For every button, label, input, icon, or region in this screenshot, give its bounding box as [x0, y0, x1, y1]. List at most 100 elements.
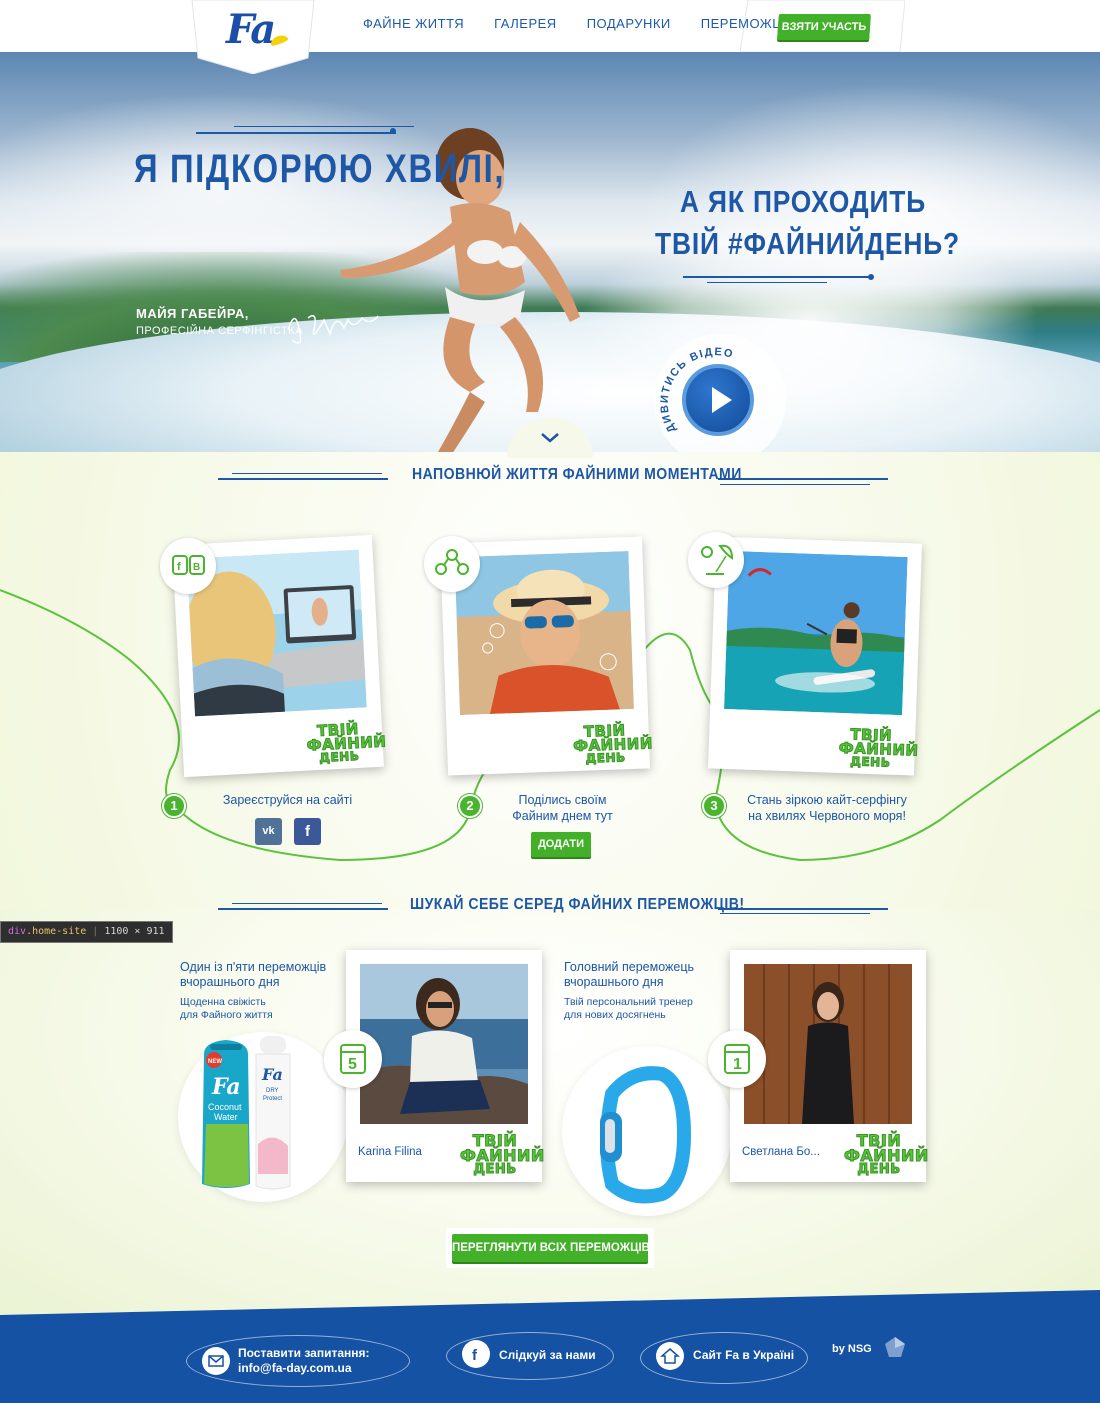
footer-credit[interactable]: by NSG [832, 1342, 872, 1357]
signature-image [287, 315, 379, 344]
vk-icon: vk [262, 825, 275, 837]
nav-link-gifts[interactable]: ПОДАРУНКИ [570, 16, 684, 31]
devtools-tag-name: div [8, 926, 27, 937]
section-deco-line [232, 473, 382, 474]
footer-contact-email[interactable]: info@fa-day.com.ua [238, 1361, 370, 1376]
winner-photo-svetlana [744, 964, 912, 1124]
left-winner-subtitle-line1: Щоденна свіжість [180, 996, 266, 1008]
devtools-class-name: .home-site [26, 926, 87, 937]
left-rank-badge: 5 [324, 1030, 382, 1088]
footer-contact-text: Поставити запитання: info@fa-day.com.ua [238, 1346, 370, 1376]
step3-text-line2: на хвилях Червоного моря! [748, 809, 906, 823]
svg-text:Fa: Fa [211, 1074, 241, 1100]
section-deco-line [232, 903, 382, 904]
left-winner-heading-line2: вчорашнього дня [180, 975, 280, 989]
step3-text-line1: Стань зіркою кайт-серфінгу [747, 793, 907, 807]
hero-title-line3: ТВІЙ #ФАЙНИЙДЕНЬ? [655, 226, 960, 261]
logo[interactable]: Fa [186, 0, 320, 74]
winners-section-title: ШУКАЙ СЕБЕ СЕРЕД ФАЙНИХ ПЕРЕМОЖЦІВ! [410, 896, 745, 913]
hero-title-line2: А ЯК ПРОХОДИТЬ [680, 184, 927, 219]
devtools-element-tag: div.home-site | 1100 × 911 [0, 921, 173, 943]
fa-products-image: NEW Fa Coconut Water Fa DRY Protect [202, 1036, 291, 1190]
steps-section-title: НАПОВНЮЙ ЖИТТЯ ФАЙНИМИ МОМЕНТАМИ [412, 466, 742, 483]
facebook-button[interactable]: f [294, 818, 321, 845]
nav-menu: ФАЙНЕ ЖИТТЯ ГАЛЕРЕЯ ПОДАРУНКИ ПЕРЕМОЖЦІ [350, 16, 800, 31]
kite-icon [701, 544, 734, 575]
logo-text: Fa [226, 6, 276, 53]
calendar-icon: 1 [724, 1044, 750, 1074]
nav-link-fine-life[interactable]: ФАЙНЕ ЖИТТЯ [350, 16, 477, 31]
right-winner-heading-line2: вчорашнього дня [564, 975, 664, 989]
footer-site-text: Сайт Fa в Україні [693, 1348, 795, 1362]
svg-text:B: B [193, 562, 200, 573]
winner-name-svetlana: Светлана Бо... [742, 1146, 820, 1158]
people-icon [435, 549, 469, 575]
svg-text:1: 1 [733, 1056, 742, 1073]
step-number-1: 1 [162, 794, 186, 818]
hero-person-name: МАЙЯ ГАБЕЙРА, [136, 306, 249, 321]
right-rank-badge: 1 [708, 1030, 766, 1088]
step2-text-line1: Поділись своїм [518, 793, 607, 807]
step2-text: Поділись своїм Файним днем тут [480, 792, 645, 824]
right-winner-heading-line1: Головний переможець [564, 960, 694, 974]
svg-text:DRY: DRY [266, 1088, 279, 1094]
footer-contact-label: Поставити запитання: [238, 1346, 370, 1360]
hero-deco-line [390, 128, 396, 134]
tfd-stamp: ТВІЙ ФАЙНИЙ ДЕНЬ [460, 1131, 545, 1177]
svg-text:f: f [177, 561, 181, 573]
calendar-icon: 5 [340, 1044, 366, 1074]
section-deco-line [718, 478, 888, 480]
facebook-icon: f [462, 1340, 490, 1368]
left-winner-heading: Один із п'яти переможців вчорашнього дня [180, 960, 326, 990]
right-winner-subtitle-line1: Твій персональний тренер [564, 996, 693, 1008]
envelope-icon [202, 1347, 230, 1375]
tfd-stamp: ТВІЙ ФАЙНИЙ ДЕНЬ [844, 1131, 929, 1177]
step3-icon-bubble [688, 532, 744, 588]
right-winner-subtitle: Твій персональний тренер для нових досяг… [564, 996, 693, 1022]
social-icon: f B [172, 555, 205, 575]
step3-text: Стань зіркою кайт-серфінгу на хвилях Чер… [728, 792, 926, 824]
right-winner-heading: Головний переможець вчорашнього дня [564, 960, 694, 990]
winner-photo-karina [360, 964, 528, 1124]
step1-text: Зареєструйся на сайті [222, 793, 353, 807]
winner-name-karina: Karina Filina [358, 1146, 422, 1158]
section-deco-line [720, 913, 870, 914]
hero-banner: Я ПІДКОРЮЮ ХВИЛІ, А ЯК ПРОХОДИТЬ ТВІЙ #Ф… [0, 52, 1100, 452]
participate-button[interactable]: ВЗЯТИ УЧАСТЬ [777, 14, 871, 40]
step2-photo [454, 551, 634, 716]
step2-text-line2: Файним днем тут [512, 809, 613, 823]
section-deco-line [720, 484, 870, 485]
svg-text:5: 5 [348, 1056, 357, 1073]
view-all-winners-button[interactable]: ПЕРЕГЛЯНУТИ ВСІХ ПЕРЕМОЖЦІВ [452, 1234, 650, 1262]
play-video-button[interactable] [682, 364, 754, 436]
vk-button[interactable]: vk [255, 818, 282, 845]
facebook-icon: f [305, 823, 310, 840]
left-winner-subtitle: Щоденна свіжість для Файного життя [180, 996, 273, 1022]
devtools-size: 1100 × 911 [104, 926, 165, 937]
chevron-down-icon [541, 433, 559, 443]
home-icon [656, 1342, 684, 1370]
hero-deco-line [683, 276, 873, 278]
section-deco-line [218, 478, 388, 480]
section-deco-line [718, 908, 888, 910]
tfd-stamp: ТВІЙ ФАЙНИЙ ДЕНЬ [572, 721, 654, 766]
step1-icon-bubble: f B [160, 538, 216, 594]
hero-deco-line [868, 274, 874, 280]
step-number-2: 2 [458, 794, 482, 818]
left-winner-subtitle-line2: для Файного життя [180, 1009, 273, 1021]
svg-text:Coconut: Coconut [208, 1102, 242, 1112]
nsg-logo-icon[interactable] [884, 1336, 906, 1358]
right-winner-subtitle-line2: для нових досягнень [564, 1009, 666, 1021]
step-number-3: 3 [702, 794, 726, 818]
tfd-stamp: ТВІЙ ФАЙНИЙ ДЕНЬ [838, 725, 919, 770]
svg-text:Water: Water [214, 1112, 238, 1122]
left-winner-heading-line1: Один із п'яти переможців [180, 960, 327, 974]
hero-title-line1: Я ПІДКОРЮЮ ХВИЛІ, [134, 147, 506, 191]
top-navigation: ФАЙНЕ ЖИТТЯ ГАЛЕРЕЯ ПОДАРУНКИ ПЕРЕМОЖЦІ … [0, 0, 1100, 52]
nav-link-gallery[interactable]: ГАЛЕРЕЯ [477, 16, 570, 31]
svg-text:f: f [472, 1347, 478, 1364]
add-button[interactable]: ДОДАТИ [531, 832, 591, 857]
hero-deco-line [234, 126, 414, 127]
footer-follow-text: Слідкуй за нами [499, 1348, 596, 1362]
fitness-band-image [600, 1066, 692, 1204]
